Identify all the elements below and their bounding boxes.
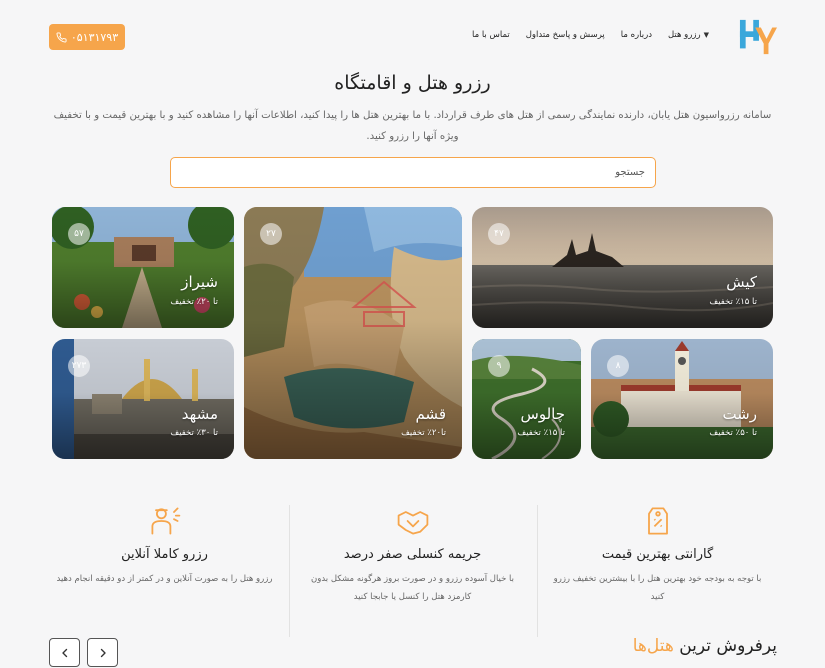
nav-contact[interactable]: تماس با ما	[472, 30, 510, 40]
bestsellers-title-prefix: پرفروش ترین	[679, 636, 777, 656]
hotel-count-badge: ۴۷	[488, 223, 510, 245]
divider	[289, 505, 290, 637]
city-card-rasht[interactable]: ۸ رشت تا ۵۰٪ تخفیف	[591, 339, 773, 459]
hero-description: سامانه رزرواسیون هتل یابان، دارنده نماین…	[53, 110, 772, 142]
city-name: شیراز	[181, 273, 218, 291]
hotel-count-badge: ۹	[488, 355, 510, 377]
feature-best-price: گارانتی بهترین قیمت با توجه به بودجه خود…	[535, 503, 780, 606]
city-name: رشت	[722, 405, 757, 423]
main-nav: رزرو هتل ▼ درباره ما پرسش و پاسخ متداول …	[472, 30, 709, 40]
hotel-count-badge: ۲۷۳	[68, 355, 90, 377]
nav-faq[interactable]: پرسش و پاسخ متداول	[526, 30, 605, 40]
hotel-count-badge: ۲۷	[260, 223, 282, 245]
city-card-chalus[interactable]: ۹ چالوس تا ۱۵٪ تخفیف	[472, 339, 581, 459]
feature-title: گارانتی بهترین قیمت	[601, 547, 714, 562]
city-card-shiraz[interactable]: ۵۷ شیراز تا ۲۰٪ تخفیف	[52, 207, 234, 328]
receptionist-icon	[151, 507, 180, 535]
next-button[interactable]	[87, 638, 118, 667]
nav-about-label: درباره ما	[620, 30, 652, 40]
prev-button[interactable]	[49, 638, 80, 667]
page-title: رزرو هتل و اقامتگاه	[334, 72, 491, 94]
bestsellers-title: پرفروش ترین هتل‌ها	[633, 636, 777, 656]
phone-icon	[56, 31, 67, 42]
caret-down-icon: ▼	[703, 31, 709, 39]
phone-button[interactable]: ۰۵۱۳۱۷۹۳	[49, 24, 125, 50]
nav-about[interactable]: درباره ما	[621, 30, 652, 40]
search-input[interactable]	[170, 157, 656, 188]
chevron-right-icon	[100, 648, 106, 657]
feature-description: رزرو هتل را به صورت آنلاین و در کمتر از …	[56, 574, 273, 584]
city-name: چالوس	[520, 405, 565, 423]
feature-title: رزرو کاملا آنلاین	[121, 547, 208, 562]
city-name: قشم	[415, 405, 446, 423]
nav-faq-label: پرسش و پاسخ متداول	[525, 30, 605, 40]
city-discount: تا ۲۰٪ تخفیف	[170, 297, 218, 307]
hotel-count-badge: ۸	[607, 355, 629, 377]
phone-number: ۰۵۱۳۱۷۹۳	[70, 30, 119, 44]
bestsellers-title-highlight: هتل‌ها	[632, 636, 674, 656]
logo-icon[interactable]	[739, 18, 777, 56]
nav-contact-label: تماس با ما	[471, 30, 510, 40]
feature-title: جریمه کنسلی صفر درصد	[343, 547, 482, 562]
city-discount: تا ۳۰٪ تخفیف	[170, 428, 218, 438]
feature-online-booking: رزرو کاملا آنلاین رزرو هتل را به صورت آن…	[42, 503, 287, 588]
city-discount: تا ۱۵٪ تخفیف	[709, 297, 757, 307]
city-card-mashhad[interactable]: ۲۷۳ مشهد تا ۳۰٪ تخفیف	[52, 339, 234, 459]
city-card-qeshm[interactable]: ۲۷ قشم تا۲۰٪ تخفیف	[244, 207, 462, 459]
city-discount: تا ۱۵٪ تخفیف	[517, 428, 565, 438]
feature-description: با توجه به بودجه خود بهترین هتل را با بی…	[553, 574, 762, 602]
divider	[537, 505, 538, 637]
city-card-kish[interactable]: ۴۷ کیش تا ۱۵٪ تخفیف	[472, 207, 773, 328]
city-discount: تا۲۰٪ تخفیف	[401, 428, 446, 438]
hotel-count-badge: ۵۷	[68, 223, 90, 245]
handshake-icon	[397, 511, 428, 535]
site-header: رزرو هتل ▼ درباره ما پرسش و پاسخ متداول …	[0, 0, 825, 70]
feature-description: با خیال آسوده رزرو و در صورت بروز هرگونه…	[310, 574, 515, 602]
city-name: مشهد	[181, 405, 218, 423]
feature-zero-cancellation: جریمه کنسلی صفر درصد با خیال آسوده رزرو …	[290, 503, 535, 606]
nav-hotel-booking-label: رزرو هتل	[668, 30, 701, 40]
nav-hotel-booking[interactable]: رزرو هتل ▼	[668, 30, 709, 40]
chevron-left-icon	[61, 648, 67, 657]
price-tag-icon	[647, 507, 668, 535]
city-discount: تا ۵۰٪ تخفیف	[709, 428, 757, 438]
city-name: کیش	[726, 273, 757, 291]
